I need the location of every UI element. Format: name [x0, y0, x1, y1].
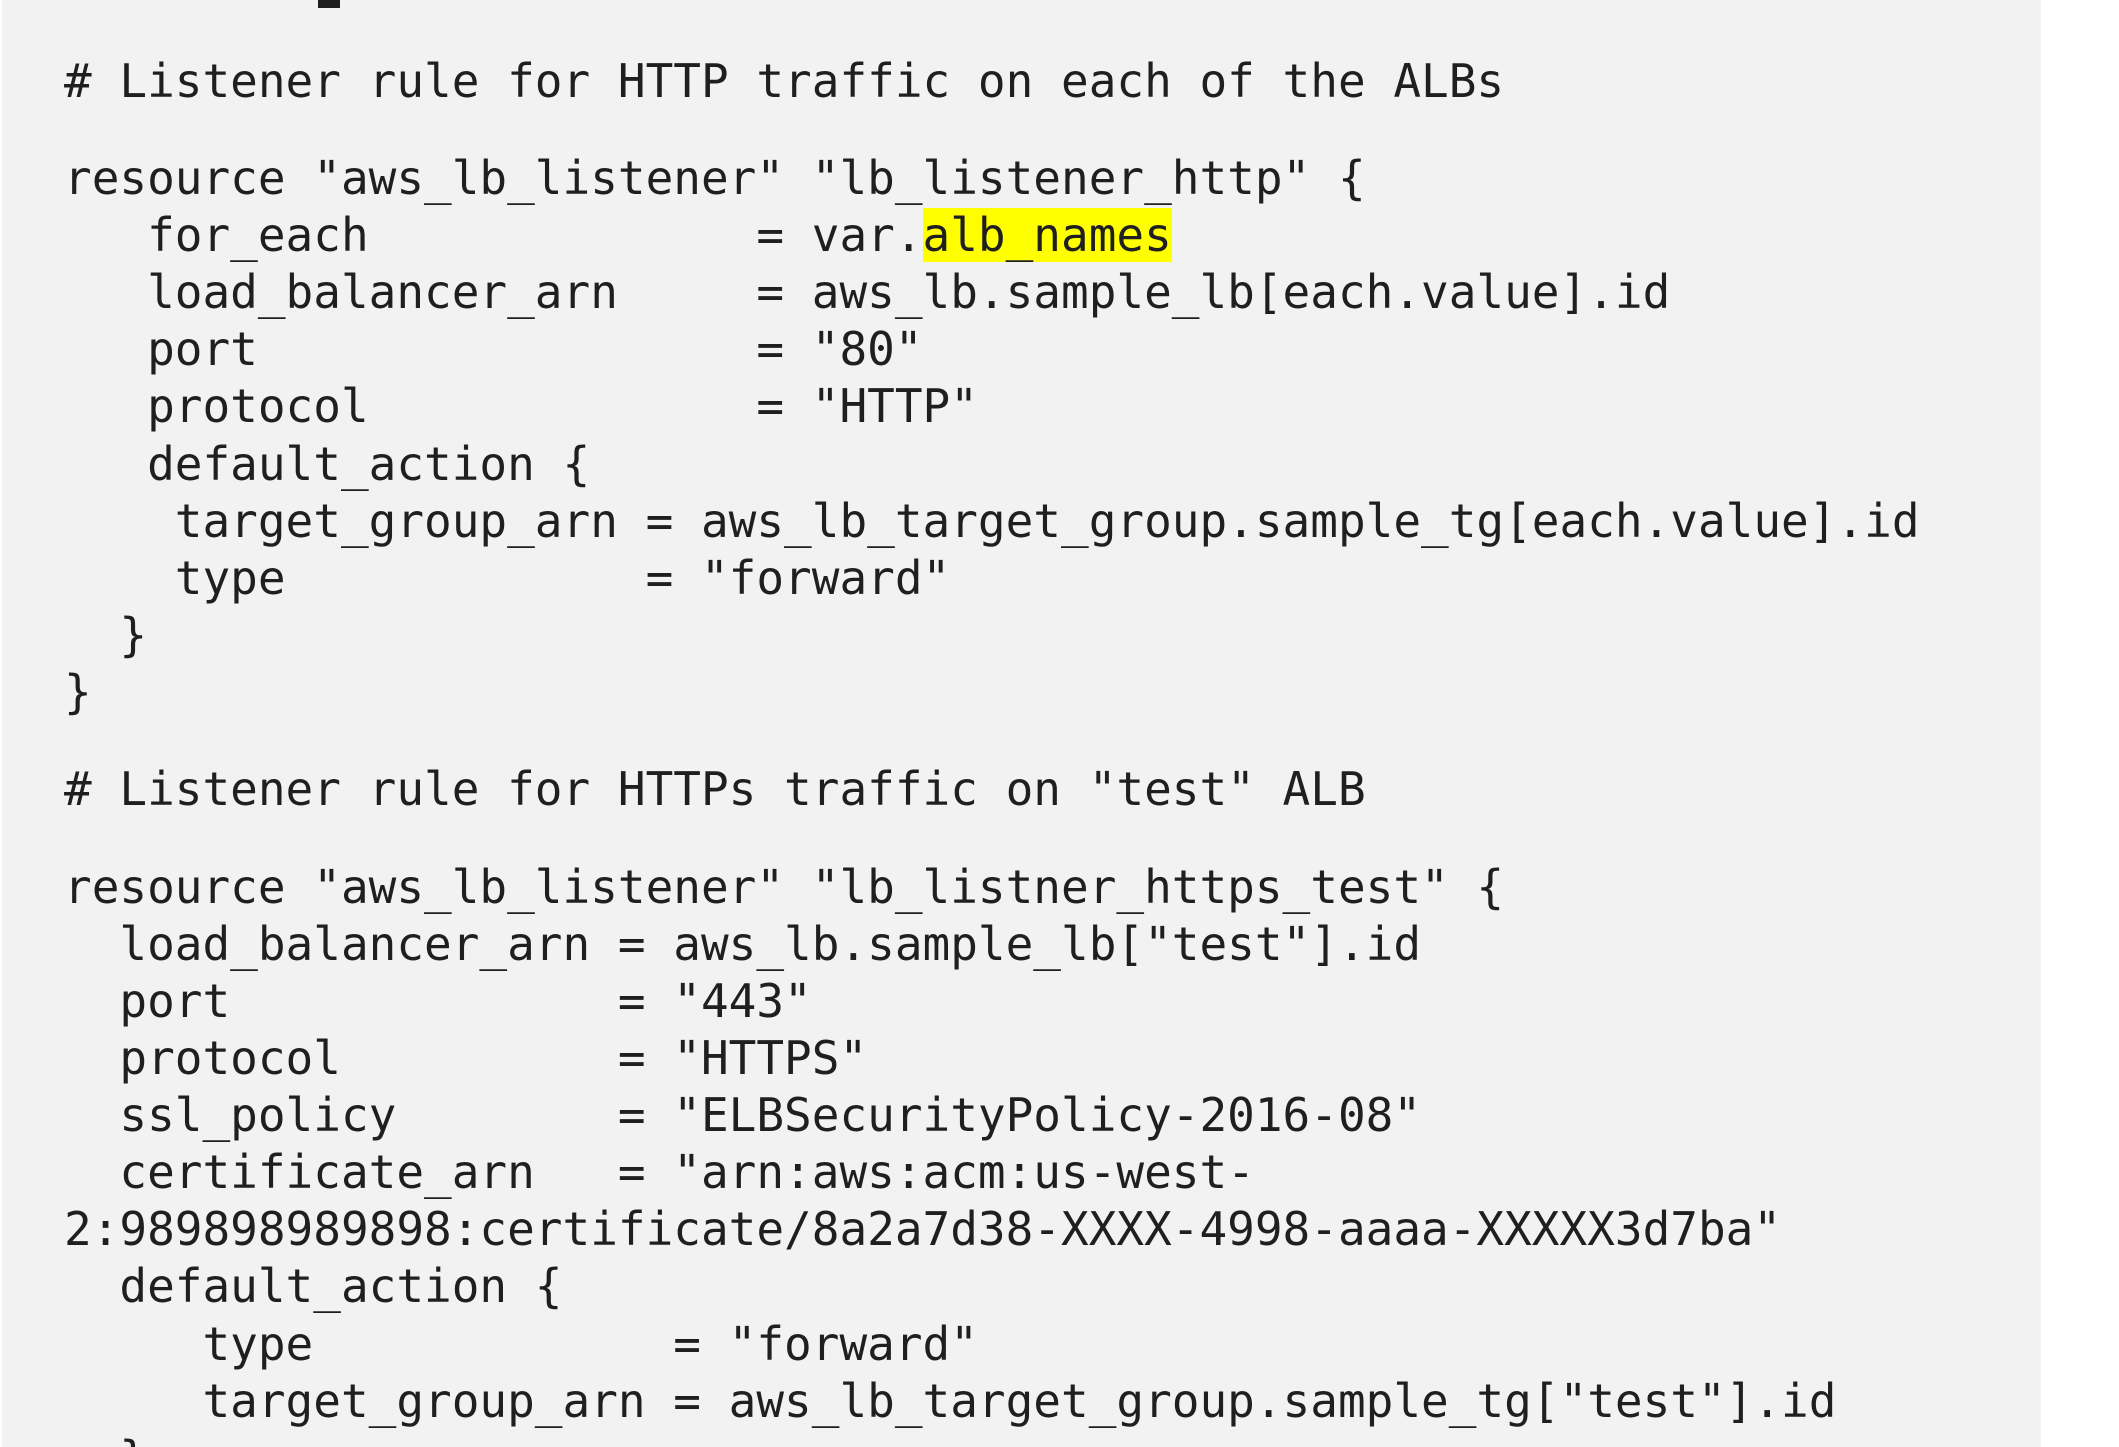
certificate-arn-line: certificate_arn = "arn:aws:acm:us-west-	[64, 1145, 1255, 1199]
protocol-https-line: protocol = "HTTPS"	[64, 1031, 868, 1085]
port-http-line: port = "80"	[64, 322, 923, 376]
comment-https-listener: # Listener rule for HTTPs traffic on "te…	[64, 762, 1366, 816]
for-each-line: for_each = var.alb_names	[64, 207, 1172, 263]
resource-http-listener-header: resource "aws_lb_listener" "lb_listener_…	[64, 151, 1366, 205]
close-resource-http: }	[64, 665, 92, 719]
type-http-line: type = "forward"	[64, 551, 951, 605]
highlighted-alb-names: alb_names	[922, 208, 1172, 262]
protocol-http-line: protocol = "HTTP"	[64, 379, 978, 433]
target-group-arn-https-line: target_group_arn = aws_lb_target_group.s…	[64, 1374, 1837, 1428]
code-snippet-panel: # Listener rule for HTTP traffic on each…	[2, 0, 2041, 1447]
resource-https-listener-header: resource "aws_lb_listener" "lb_listner_h…	[64, 860, 1505, 914]
for-each-prefix: for_each = var.	[64, 208, 923, 262]
clipped-previous-line	[318, 0, 340, 8]
default-action-https-line: default_action {	[64, 1259, 563, 1313]
load-balancer-arn-https-line: load_balancer_arn = aws_lb.sample_lb["te…	[64, 917, 1422, 971]
close-default-action-http: }	[64, 608, 148, 662]
certificate-arn-continuation: 2:989898989898:certificate/8a2a7d38-XXXX…	[64, 1202, 1782, 1256]
default-action-http-line: default_action {	[64, 437, 591, 491]
comment-http-listener: # Listener rule for HTTP traffic on each…	[64, 54, 1505, 108]
ssl-policy-line: ssl_policy = "ELBSecurityPolicy-2016-08"	[64, 1088, 1422, 1142]
load-balancer-arn-http-line: load_balancer_arn = aws_lb.sample_lb[eac…	[64, 265, 1671, 319]
type-https-line: type = "forward"	[64, 1317, 978, 1371]
port-https-line: port = "443"	[64, 974, 812, 1028]
close-default-action-https-partial: }	[64, 1430, 147, 1447]
target-group-arn-http-line: target_group_arn = aws_lb_target_group.s…	[64, 494, 1920, 548]
